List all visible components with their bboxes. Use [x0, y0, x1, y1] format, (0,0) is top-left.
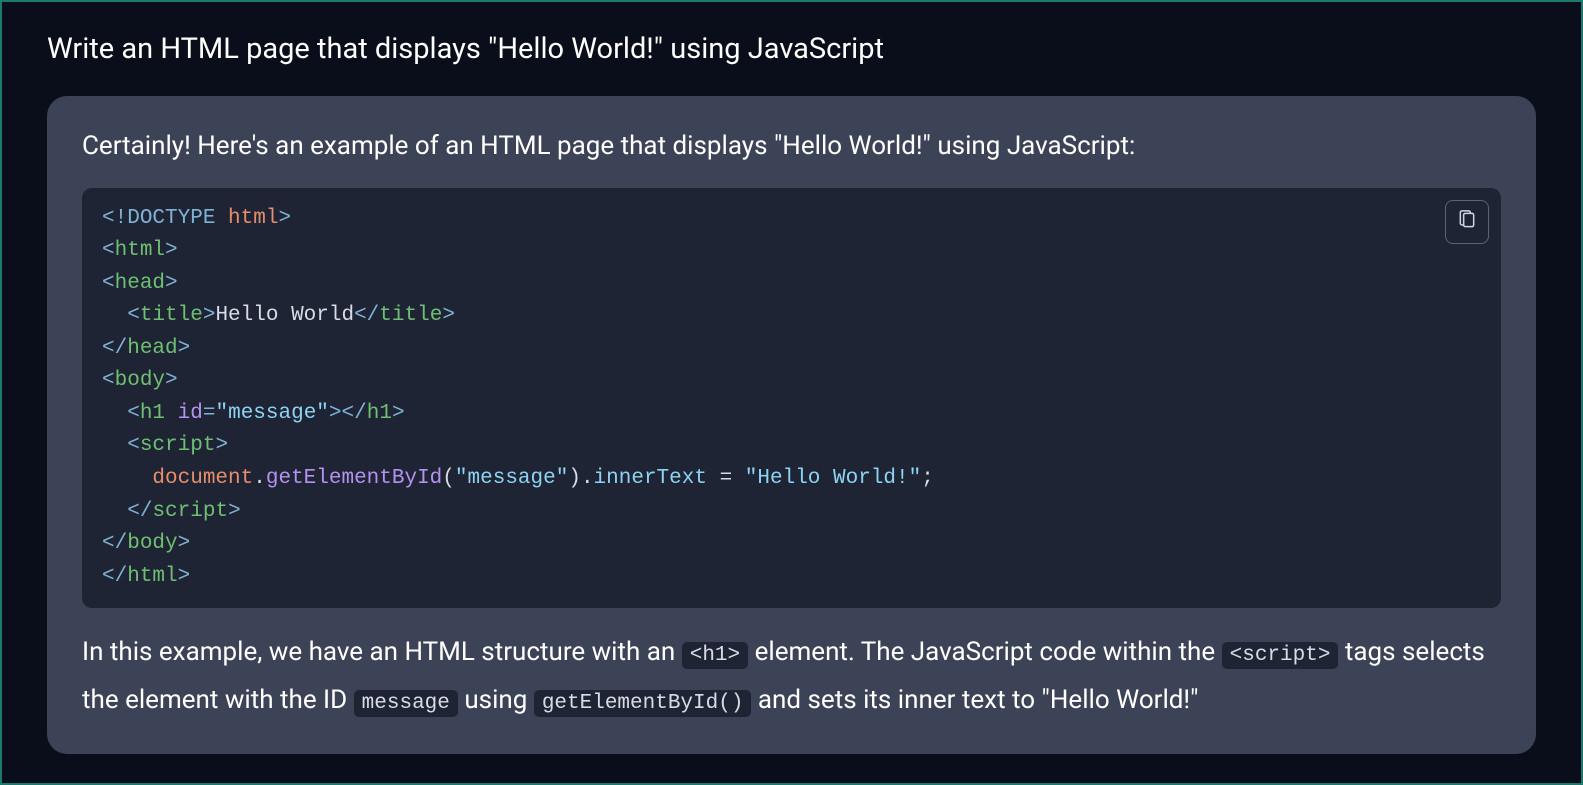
code-line: </script> [102, 496, 1481, 529]
code-token: getElementById [266, 467, 442, 490]
code-line: <head> [102, 268, 1481, 301]
code-token: html [215, 207, 278, 230]
code-token: </ [102, 337, 127, 360]
response-card: Certainly! Here's an example of an HTML … [47, 96, 1536, 754]
code-token: "message" [215, 402, 328, 425]
code-token: </ [127, 500, 152, 523]
code-line: </head> [102, 333, 1481, 366]
code-token: </ [102, 532, 127, 555]
code-token: ; [921, 467, 934, 490]
code-token: ( [442, 467, 455, 490]
code-block: <!DOCTYPE html> <html> <head> <title>Hel… [82, 188, 1501, 609]
code-token [732, 467, 745, 490]
code-token: ) [568, 467, 581, 490]
clipboard-icon [1457, 210, 1477, 233]
code-token [102, 304, 127, 327]
code-token: = [203, 402, 216, 425]
code-token: DOCTYPE [127, 207, 215, 230]
copy-button[interactable] [1445, 200, 1489, 244]
code-token [102, 467, 152, 490]
code-line: <h1 id="message"></h1> [102, 398, 1481, 431]
response-intro: Certainly! Here's an example of an HTML … [82, 126, 1501, 168]
code-token: < [127, 304, 140, 327]
code-token: > [178, 532, 191, 555]
code-line: <title>Hello World</title> [102, 300, 1481, 333]
code-token: > [278, 207, 291, 230]
code-token: id [178, 402, 203, 425]
code-token: > [442, 304, 455, 327]
code-token: head [127, 337, 177, 360]
code-token: < [102, 369, 115, 392]
explanation-text: element. The JavaScript code within the [748, 637, 1221, 667]
code-token: > [203, 304, 216, 327]
inline-code: <h1> [682, 642, 748, 669]
code-token: script [152, 500, 228, 523]
code-token: < [102, 239, 115, 262]
response-explanation: In this example, we have an HTML structu… [82, 628, 1501, 724]
code-token: head [115, 272, 165, 295]
code-token: h1 [367, 402, 392, 425]
code-token: innerText [594, 467, 707, 490]
code-token: < [127, 434, 140, 457]
code-token: = [720, 467, 733, 490]
code-token: body [115, 369, 165, 392]
code-token: html [127, 565, 177, 588]
code-token: > [165, 239, 178, 262]
code-line: <body> [102, 365, 1481, 398]
code-token: document [152, 467, 253, 490]
code-token [165, 402, 178, 425]
code-token: > [165, 369, 178, 392]
code-token: "Hello World!" [745, 467, 921, 490]
code-token [102, 500, 127, 523]
code-token: . [253, 467, 266, 490]
code-line: document.getElementById("message").inner… [102, 463, 1481, 496]
inline-code: <script> [1222, 642, 1339, 669]
code-token: </ [342, 402, 367, 425]
code-token: < [127, 402, 140, 425]
code-token [102, 402, 127, 425]
code-token: title [379, 304, 442, 327]
code-token: </ [102, 565, 127, 588]
code-token: body [127, 532, 177, 555]
code-token: > [329, 402, 342, 425]
inline-code: getElementById() [534, 690, 752, 717]
code-token: . [581, 467, 594, 490]
code-line: <script> [102, 430, 1481, 463]
code-token: title [140, 304, 203, 327]
code-line: <html> [102, 235, 1481, 268]
code-token: </ [354, 304, 379, 327]
code-token: > [392, 402, 405, 425]
code-token: > [178, 337, 191, 360]
code-token: > [165, 272, 178, 295]
code-token: > [215, 434, 228, 457]
code-token: > [178, 565, 191, 588]
code-line: </html> [102, 561, 1481, 594]
code-token [707, 467, 720, 490]
explanation-text: and sets its inner text to "Hello World!… [751, 685, 1198, 715]
prompt-title: Write an HTML page that displays "Hello … [47, 32, 1536, 66]
code-token [102, 434, 127, 457]
code-token: <! [102, 207, 127, 230]
code-line: <!DOCTYPE html> [102, 203, 1481, 236]
code-token: "message" [455, 467, 568, 490]
code-token: html [115, 239, 165, 262]
code-token: < [102, 272, 115, 295]
code-token: > [228, 500, 241, 523]
code-token: script [140, 434, 216, 457]
explanation-text: using [458, 685, 534, 715]
explanation-text: In this example, we have an HTML structu… [82, 637, 682, 667]
code-token: h1 [140, 402, 165, 425]
code-line: </body> [102, 528, 1481, 561]
inline-code: message [354, 690, 458, 717]
code-token: Hello World [215, 304, 354, 327]
